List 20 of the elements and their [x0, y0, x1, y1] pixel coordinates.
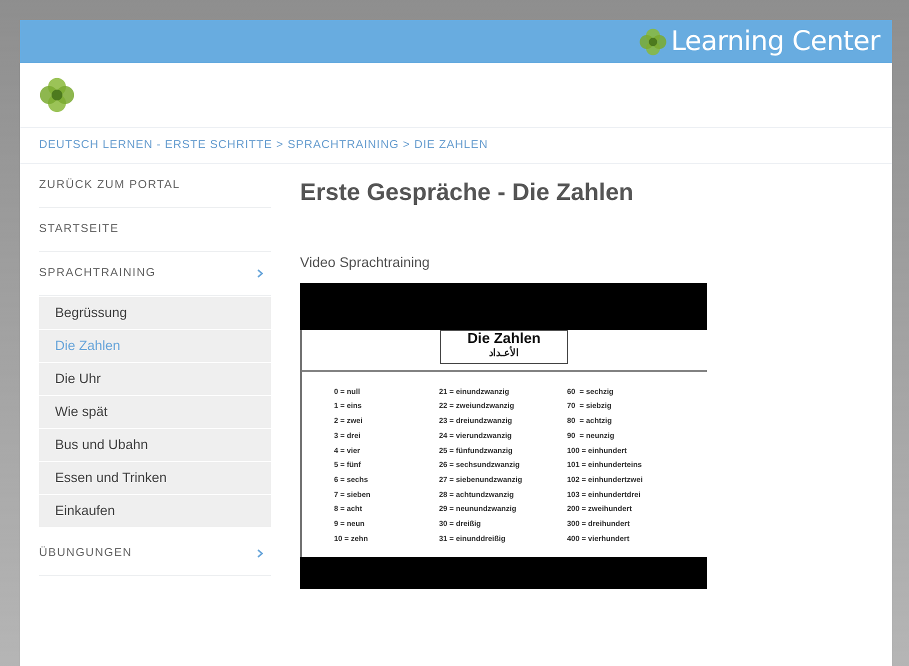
submenu-item[interactable]: Begrüssung: [39, 297, 271, 329]
breadcrumb-separator: >: [402, 138, 410, 153]
slide-subtitle: الأعـداد: [488, 346, 520, 361]
logo-icon: [638, 28, 667, 56]
brand-name: Learning Center: [670, 28, 880, 55]
logo-icon: [39, 77, 75, 113]
breadcrumb-separator: >: [276, 138, 284, 153]
slide-title: Die Zahlen: [466, 330, 542, 347]
submenu-item[interactable]: Einkaufen: [39, 495, 271, 527]
page-title: Erste Gespräche - Die Zahlen: [300, 179, 634, 208]
submenu-item[interactable]: Essen und Trinken: [39, 462, 271, 494]
sidebar-item[interactable]: ZURÜCK ZUM PORTAL: [39, 164, 271, 208]
sidebar-item[interactable]: STARTSEITE: [39, 208, 271, 252]
video-player[interactable]: [300, 282, 707, 589]
submenu-item[interactable]: Bus und Ubahn: [39, 429, 271, 461]
submenu-item[interactable]: Wie spät: [39, 396, 271, 428]
sidebar-item[interactable]: ÜBUNGUNGEN: [39, 532, 271, 576]
section-label: Video Sprachtraining: [300, 252, 431, 272]
sidebar-item[interactable]: SPRACHTRAINING: [39, 252, 271, 296]
submenu-item[interactable]: Die Uhr: [39, 363, 271, 395]
